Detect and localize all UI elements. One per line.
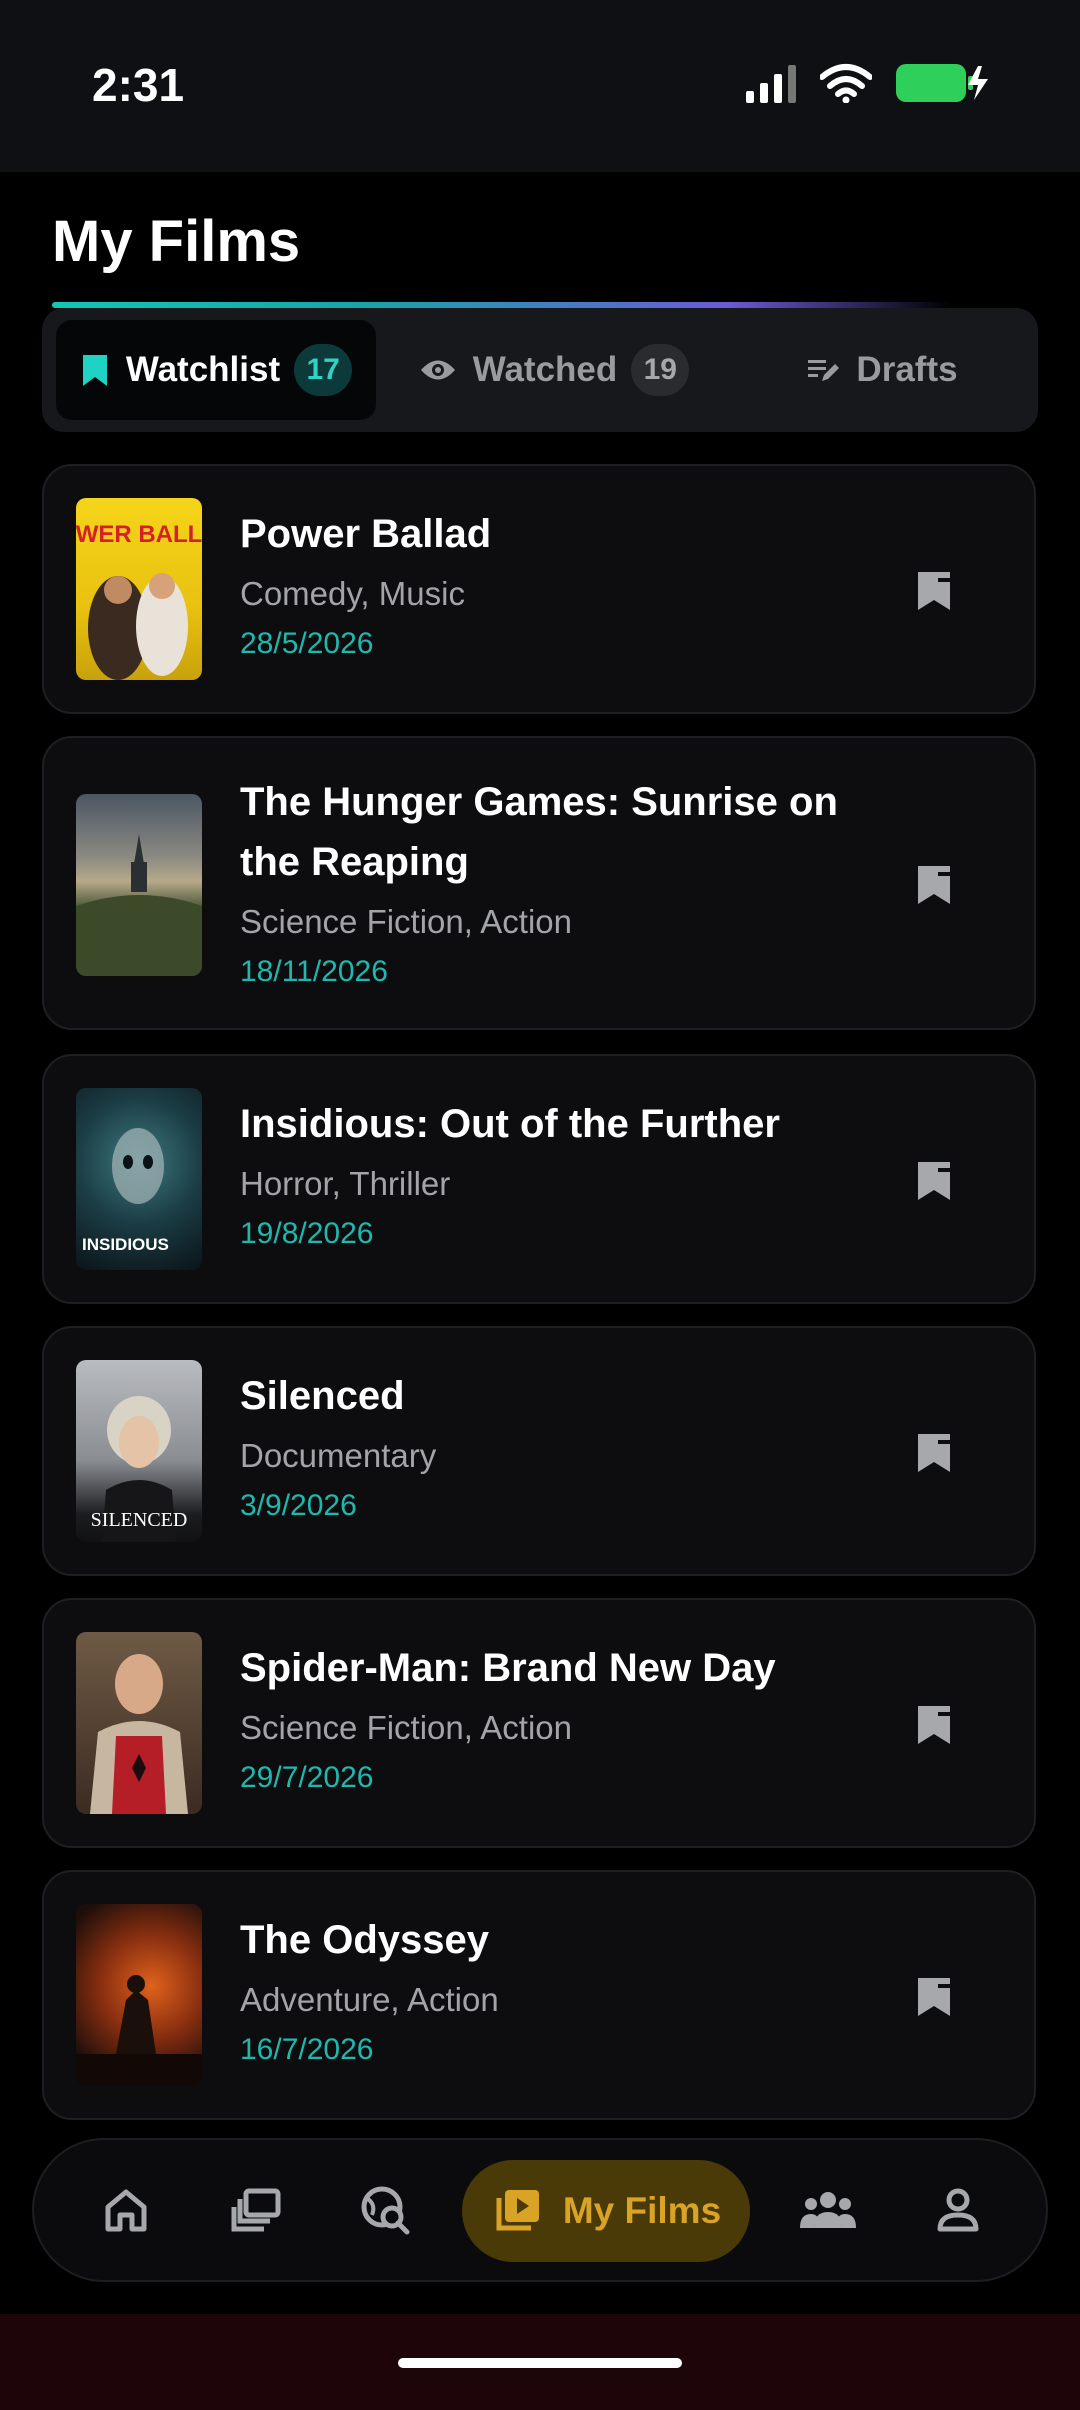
bottom-navigation: My Films [32, 2138, 1048, 2282]
collections-icon [231, 2188, 281, 2232]
release-date: 19/8/2026 [240, 1217, 374, 1250]
home-indicator[interactable] [398, 2358, 682, 2368]
film-card[interactable]: INSIDIOUS Insidious: Out of the Further … [42, 1054, 1036, 1304]
bookmark-remove-icon [918, 1706, 950, 1744]
battery-charging-icon [896, 64, 988, 102]
release-date: 28/5/2026 [240, 627, 374, 660]
release-date: 18/11/2026 [240, 955, 388, 988]
bookmark-remove-icon [918, 572, 950, 610]
poster-image [76, 1632, 202, 1814]
tab-drafts[interactable]: Drafts [762, 320, 1002, 420]
friends-icon [800, 2192, 856, 2228]
film-title: Power Ballad [240, 512, 492, 556]
remove-bookmark-button[interactable] [910, 860, 958, 908]
bookmark-remove-icon [918, 1434, 950, 1472]
system-gesture-area [0, 2314, 1080, 2410]
film-info: Power Ballad Comedy, Music 28/5/2026 [240, 504, 900, 666]
film-card[interactable]: The Hunger Games: Sunrise on the Reaping… [42, 736, 1036, 1030]
bookmark-remove-icon [918, 1978, 950, 2016]
tab-drafts-label: Drafts [856, 350, 958, 389]
film-info: The Hunger Games: Sunrise on the Reaping… [240, 772, 900, 994]
remove-bookmark-button[interactable] [910, 566, 958, 614]
film-info: The Odyssey Adventure, Action 16/7/2026 [240, 1910, 900, 2072]
film-genres: Adventure, Action [240, 1981, 499, 2018]
poster-text: POWER BALLAD [76, 521, 202, 548]
film-genres: Science Fiction, Action [240, 903, 572, 940]
nav-my-films[interactable]: My Films [462, 2160, 750, 2262]
bookmark-icon [80, 352, 110, 388]
nav-collections[interactable] [220, 2174, 292, 2246]
film-title: Spider-Man: Brand New Day [240, 1646, 776, 1690]
film-title: Silenced [240, 1374, 405, 1418]
film-genres: Horror, Thriller [240, 1165, 451, 1202]
remove-bookmark-button[interactable] [910, 1428, 958, 1476]
release-date: 3/9/2026 [240, 1489, 357, 1522]
film-info: Silenced Documentary 3/9/2026 [240, 1366, 900, 1528]
app-root: 2:31 My Films Watchlist 17 Watched 19 Dr… [0, 0, 1080, 2410]
poster-image [76, 1904, 202, 2086]
watched-count-badge: 19 [631, 344, 690, 396]
film-info: Spider-Man: Brand New Day Science Fictio… [240, 1638, 900, 1800]
nav-profile[interactable] [922, 2174, 994, 2246]
tab-bar: Watchlist 17 Watched 19 Drafts [42, 308, 1038, 432]
nav-discover[interactable] [350, 2174, 422, 2246]
tab-watched[interactable]: Watched 19 [404, 320, 704, 420]
film-card[interactable]: POWER BALLAD Power Ballad Comedy, Music … [42, 464, 1036, 714]
signal-icon [746, 65, 796, 103]
nav-my-films-label: My Films [562, 2190, 722, 2231]
status-time: 2:31 [92, 59, 185, 111]
film-card[interactable]: SILENCED Silenced Documentary 3/9/2026 [42, 1326, 1036, 1576]
remove-bookmark-button[interactable] [910, 1700, 958, 1748]
remove-bookmark-button[interactable] [910, 1156, 958, 1204]
tab-watchlist-label: Watchlist [125, 350, 281, 389]
page-title: My Films [52, 209, 301, 274]
remove-bookmark-button[interactable] [910, 1972, 958, 2020]
release-date: 16/7/2026 [240, 2033, 374, 2066]
film-title: Insidious: Out of the Further [240, 1102, 780, 1146]
eye-icon [419, 357, 457, 383]
poster-image: INSIDIOUS [76, 1088, 202, 1270]
edit-list-icon [806, 355, 840, 385]
bookmark-remove-icon [918, 1162, 950, 1200]
film-info: Insidious: Out of the Further Horror, Th… [240, 1094, 900, 1256]
poster-image: SILENCED [76, 1360, 202, 1542]
film-genres: Documentary [240, 1437, 437, 1474]
watchlist-count-badge: 17 [294, 344, 353, 396]
status-bar: 2:31 [0, 0, 1080, 172]
poster-image [76, 794, 202, 976]
bookmark-remove-icon [918, 866, 950, 904]
film-genres: Science Fiction, Action [240, 1709, 572, 1746]
my-films-icon [491, 2186, 543, 2236]
discover-icon [361, 2186, 410, 2235]
film-card[interactable]: The Odyssey Adventure, Action 16/7/2026 [42, 1870, 1036, 2120]
poster-text: SILENCED [91, 1509, 188, 1531]
status-icons [744, 62, 990, 104]
film-card[interactable]: Spider-Man: Brand New Day Science Fictio… [42, 1598, 1036, 1848]
profile-icon [937, 2188, 979, 2232]
poster-text: INSIDIOUS [82, 1235, 169, 1254]
wifi-icon [820, 64, 872, 103]
film-title: The Odyssey [240, 1918, 490, 1962]
tab-watchlist[interactable]: Watchlist 17 [56, 320, 376, 420]
film-title: The Hunger Games: Sunrise on the Reaping [240, 780, 838, 884]
release-date: 29/7/2026 [240, 1761, 374, 1794]
film-genres: Comedy, Music [240, 575, 465, 612]
poster-image: POWER BALLAD [76, 498, 202, 680]
nav-home[interactable] [90, 2174, 162, 2246]
tab-watched-label: Watched [472, 350, 618, 389]
nav-friends[interactable] [792, 2174, 864, 2246]
home-icon [105, 2189, 147, 2232]
